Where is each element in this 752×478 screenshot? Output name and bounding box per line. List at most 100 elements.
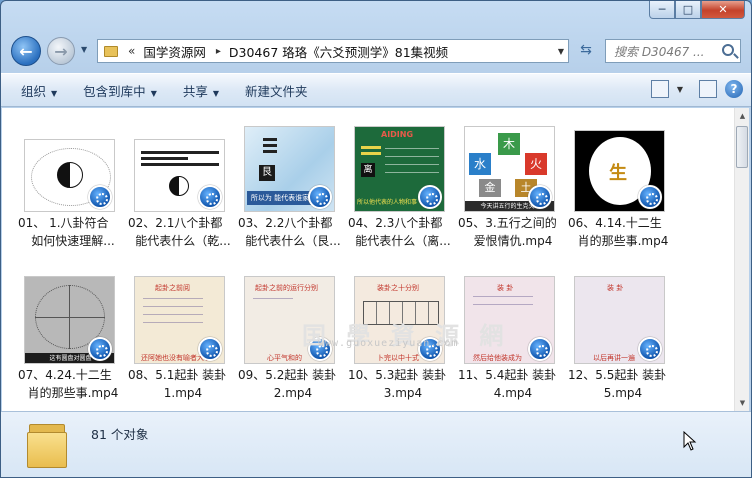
video-badge-icon	[528, 185, 552, 209]
video-thumbnail: 起卦之前阅 还阿她也没有喻者大了	[134, 276, 225, 364]
file-name: 09、5.2起卦 装卦 2.mp4	[238, 366, 348, 402]
file-name: 06、4.14.十二生 肖的那些事.mp4	[568, 214, 678, 250]
file-name: 08、5.1起卦 装卦 1.mp4	[128, 366, 238, 402]
organize-menu[interactable]: 组织 ▼	[15, 81, 63, 100]
file-name: 02、2.1八个卦都 能代表什么（乾...	[128, 214, 238, 250]
thumb-caption: 以后再讲一遍	[593, 354, 635, 362]
thumbnail: 木 火 土 金 水 今天讲五行的生克关系	[464, 116, 555, 212]
file-name: 05、3.五行之间的 爱恨情仇.mp4	[458, 214, 568, 250]
breadcrumb-item-current[interactable]: D30467 珞珞《六爻预测学》81集视频	[229, 42, 448, 61]
file-name-line1: 08、5.1起卦 装卦	[128, 368, 227, 382]
folder-icon	[27, 420, 71, 470]
video-thumbnail: 生	[574, 130, 665, 212]
file-name: 07、4.24.十二生 肖的那些事.mp4	[18, 366, 128, 402]
element-water: 水	[469, 153, 491, 175]
share-menu[interactable]: 共享 ▼	[177, 81, 225, 100]
include-in-library-menu[interactable]: 包含到库中 ▼	[77, 81, 163, 100]
file-name-line1: 02、2.1八个卦都	[128, 216, 223, 230]
scroll-up-icon[interactable]: ▲	[735, 108, 750, 124]
chevron-down-icon: ▼	[51, 88, 58, 98]
thumb-char: 艮	[259, 165, 275, 181]
scroll-down-icon[interactable]: ▼	[735, 395, 750, 411]
file-name-line1: 09、5.2起卦 装卦	[238, 368, 337, 382]
video-badge-icon	[308, 185, 332, 209]
search-placeholder: 搜索 D30467 ...	[614, 44, 705, 59]
file-name-line1: 12、5.5起卦 装卦	[568, 368, 667, 382]
thumbnail	[134, 116, 225, 212]
toolbar-right: ▼ ?	[650, 80, 743, 98]
change-view-icon[interactable]	[650, 80, 669, 98]
view-dropdown-icon[interactable]: ▼	[677, 85, 683, 94]
file-name-line1: 11、5.4起卦 装卦	[458, 368, 557, 382]
thumb-caption: 卜完以中十式	[377, 354, 419, 362]
file-name-line2: 5.mp4	[603, 386, 643, 400]
include-label: 包含到库中	[83, 83, 146, 99]
element-fire: 火	[525, 153, 547, 175]
thumb-caption: 心平气和的	[267, 354, 302, 362]
thumbnail	[24, 116, 115, 212]
chevron-down-icon: ▼	[150, 88, 157, 98]
video-thumbnail: 艮 所以为 能代表谁家	[244, 126, 335, 212]
forward-button[interactable]: →	[47, 37, 75, 65]
details-pane: 81 个对象	[1, 411, 751, 477]
breadcrumb-separator[interactable]: ▸	[216, 46, 221, 57]
thumb-char: 离	[361, 163, 375, 177]
video-thumbnail: 木 火 土 金 水 今天讲五行的生克关系	[464, 126, 555, 212]
thumb-caption: 所以为 能代表谁家	[247, 191, 313, 205]
close-button[interactable]: ✕	[701, 1, 745, 19]
vertical-scrollbar[interactable]: ▲ ▼	[734, 108, 749, 411]
element-metal: 金	[479, 179, 501, 197]
file-name-line2: 能代表什么（乾...	[135, 234, 231, 248]
video-badge-icon	[418, 185, 442, 209]
file-name-line2: 如何快速理解...	[31, 234, 115, 248]
file-name-line2: 爱恨情仇.mp4	[473, 234, 553, 248]
address-bar[interactable]: « 国学资源网 ▸ D30467 珞珞《六爻预测学》81集视频 ▼	[97, 39, 569, 63]
address-dropdown-icon[interactable]: ▼	[558, 47, 564, 56]
file-name-line1: 06、4.14.十二生	[568, 216, 662, 230]
search-input[interactable]: 搜索 D30467 ...	[605, 39, 741, 63]
thumbnail: 起卦之前阅 还阿她也没有喻者大了	[134, 268, 225, 364]
file-name: 12、5.5起卦 装卦 5.mp4	[568, 366, 678, 402]
file-name-line1: 03、2.2八个卦都	[238, 216, 333, 230]
file-name-line1: 04、2.3八个卦都	[348, 216, 443, 230]
file-name-line1: 07、4.24.十二生	[18, 368, 112, 382]
file-list-view[interactable]: 01、 1.八卦符合 如何快速理解... 02、2.1八个卦都 能代表什么（乾.…	[2, 108, 735, 411]
breadcrumb-item-root[interactable]: 国学资源网	[143, 42, 206, 61]
video-thumbnail: 这有圆盘对圆盘	[24, 276, 115, 364]
thumb-title: AIDING	[381, 130, 414, 139]
help-icon[interactable]: ?	[725, 80, 743, 98]
thumbnail: 这有圆盘对圆盘	[24, 268, 115, 364]
minimize-button[interactable]: ─	[649, 1, 675, 19]
refresh-button[interactable]: ⇆	[575, 42, 597, 62]
file-name-line1: 10、5.3起卦 装卦	[348, 368, 447, 382]
video-badge-icon	[638, 185, 662, 209]
file-name: 10、5.3起卦 装卦 3.mp4	[348, 366, 458, 402]
file-name: 11、5.4起卦 装卦 4.mp4	[458, 366, 568, 402]
thumb-title: 装 卦	[607, 284, 624, 292]
maximize-button[interactable]: □	[675, 1, 701, 19]
file-name-line2: 肖的那些事.mp4	[27, 386, 119, 400]
file-name-line2: 肖的那些事.mp4	[577, 234, 669, 248]
video-badge-icon	[638, 337, 662, 361]
new-folder-button[interactable]: 新建文件夹	[239, 81, 314, 100]
mouse-cursor-icon	[683, 431, 697, 451]
share-label: 共享	[182, 83, 208, 99]
back-button[interactable]: ←	[11, 36, 41, 66]
file-name: 04、2.3八个卦都 能代表什么（离...	[348, 214, 458, 250]
video-thumbnail: 装 卦 以后再讲一遍	[574, 276, 665, 364]
video-badge-icon	[198, 337, 222, 361]
scrollbar-thumb[interactable]	[736, 126, 748, 168]
thumb-center-char: 生	[609, 163, 627, 184]
breadcrumb-overflow[interactable]: «	[128, 44, 135, 58]
command-bar: 组织 ▼ 包含到库中 ▼ 共享 ▼ 新建文件夹 ▼ ?	[1, 73, 751, 107]
file-name-line2: 能代表什么（艮...	[245, 234, 341, 248]
folder-icon	[104, 45, 118, 57]
thumbnail: 艮 所以为 能代表谁家	[244, 116, 335, 212]
recent-pages-dropdown[interactable]: ▼	[81, 45, 87, 54]
navigation-bar: ← → ▼ « 国学资源网 ▸ D30467 珞珞《六爻预测学》81集视频 ▼ …	[1, 31, 751, 71]
search-icon[interactable]	[722, 44, 734, 56]
preview-pane-icon[interactable]	[699, 80, 717, 98]
file-name-line2: 4.mp4	[493, 386, 533, 400]
thumbnail: 装 卦 以后再讲一遍	[574, 268, 665, 364]
video-thumbnail: AIDING 离 所以他代表的人物和事	[354, 126, 445, 212]
